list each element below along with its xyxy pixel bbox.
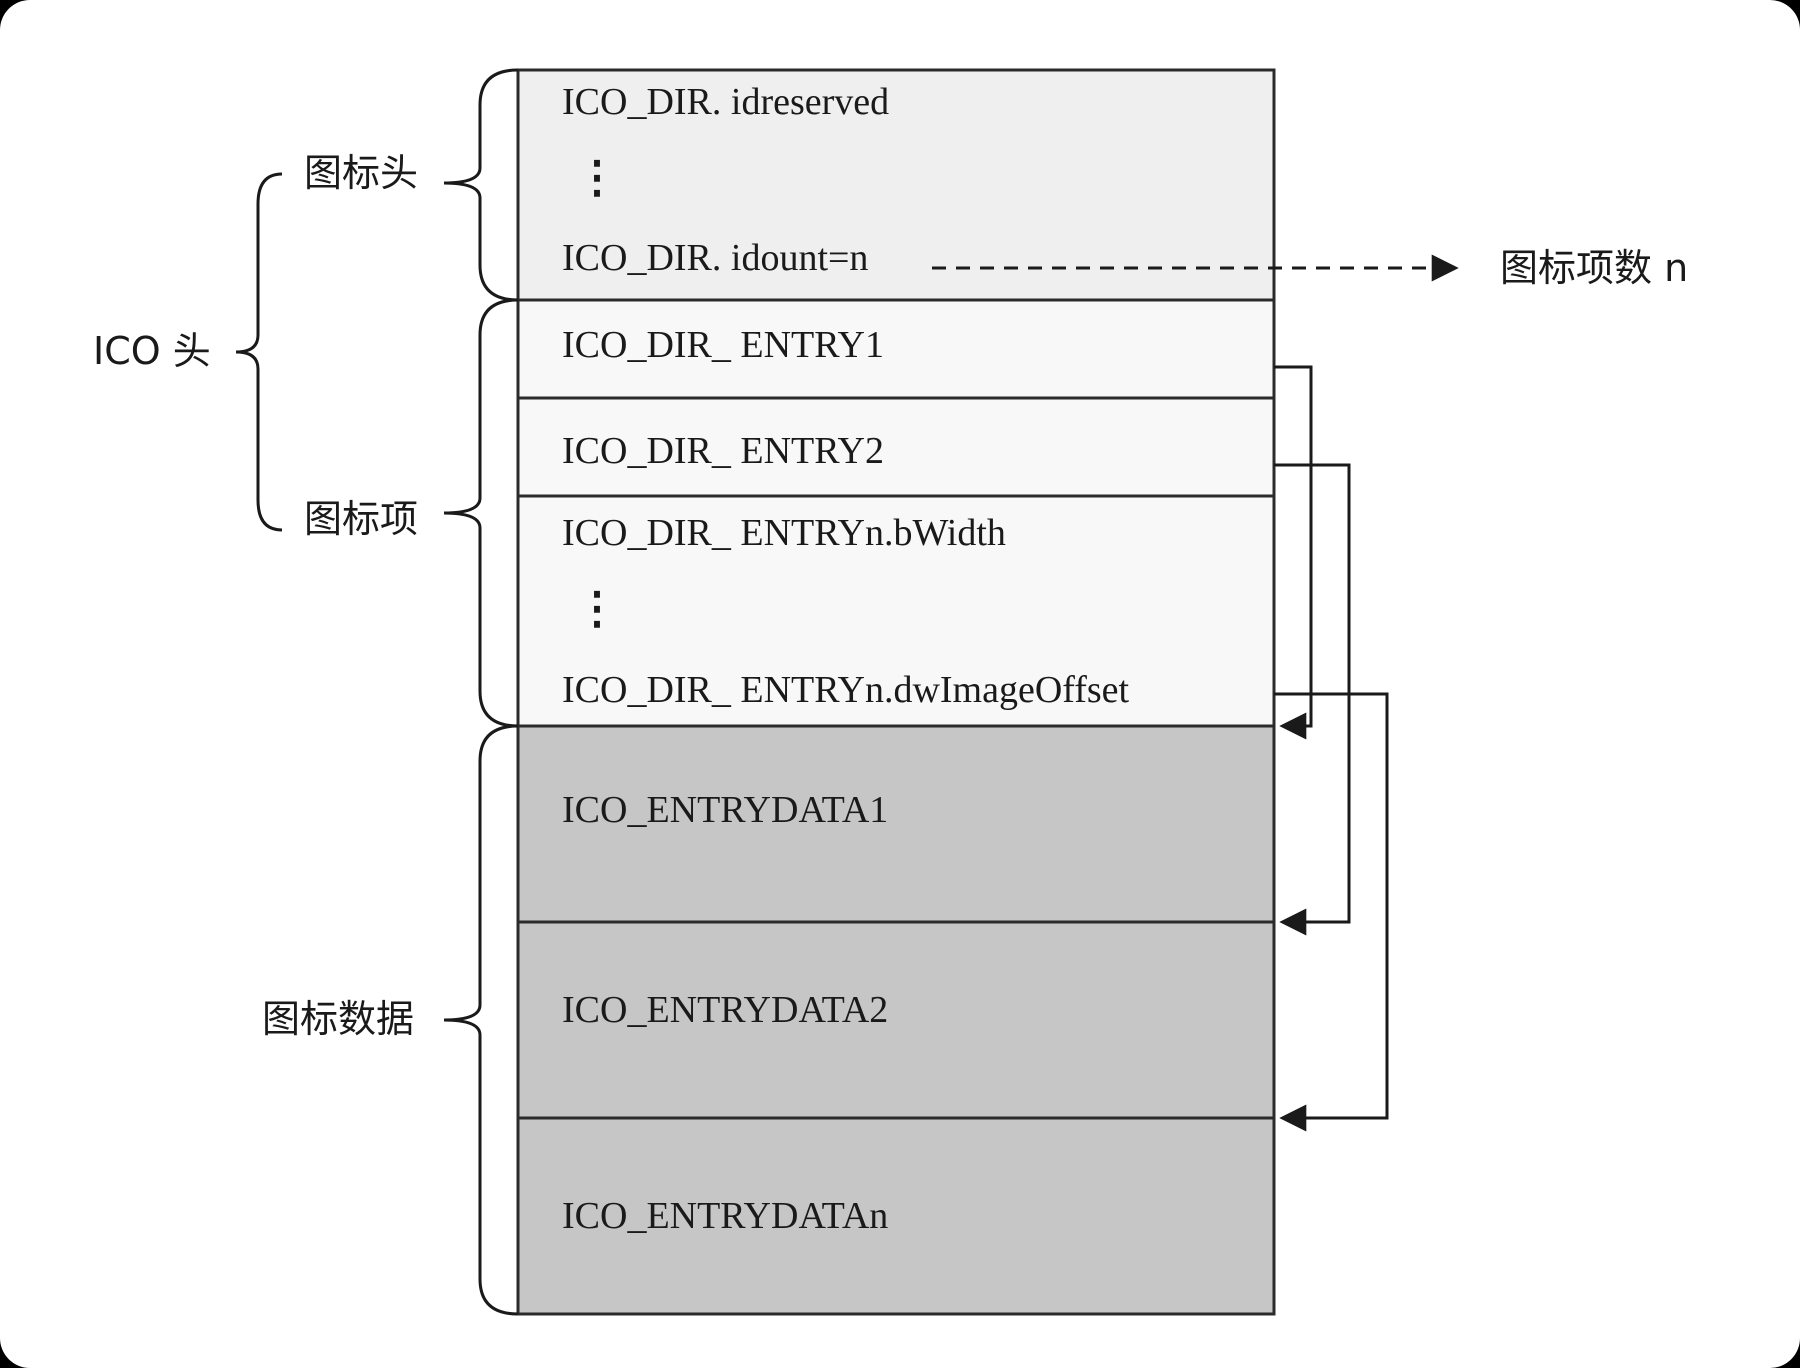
entrydatan-label: ICO_ENTRYDATAn bbox=[562, 1195, 888, 1237]
ico-structure-diagram: ICO_DIR. idreserved ⋮ ICO_DIR. idount=n … bbox=[93, 68, 1688, 1316]
entry1-label: ICO_DIR_ ENTRY1 bbox=[562, 324, 884, 366]
header-line-idcount: ICO_DIR. idount=n bbox=[562, 237, 868, 279]
diagram-canvas: ICO_DIR. idreserved ⋮ ICO_DIR. idount=n … bbox=[0, 0, 1800, 1368]
icon-header-brace bbox=[443, 68, 519, 302]
entryn-offset-label: ICO_DIR_ ENTRYn.dwImageOffset bbox=[562, 669, 1130, 711]
entryn-ellipsis: ⋮ bbox=[575, 584, 619, 633]
entrydata1-label: ICO_ENTRYDATA1 bbox=[562, 789, 888, 831]
icon-count-label: 图标项数 n bbox=[1500, 246, 1688, 290]
icon-data-label: 图标数据 bbox=[262, 997, 414, 1041]
icon-entry-brace bbox=[443, 298, 519, 728]
icon-data-brace bbox=[443, 724, 519, 1316]
entry1-to-data1-arrow bbox=[1274, 365, 1313, 740]
icon-entry-label: 图标项 bbox=[304, 497, 418, 541]
ico-header-brace bbox=[235, 172, 283, 532]
icon-header-label: 图标头 bbox=[304, 151, 418, 195]
header-line-idreserved: ICO_DIR. idreserved bbox=[562, 81, 889, 123]
entryn-width-label: ICO_DIR_ ENTRYn.bWidth bbox=[562, 512, 1006, 554]
ico-header-label: ICO 头 bbox=[93, 329, 211, 373]
entryn-to-datan-arrow bbox=[1274, 692, 1389, 1132]
entrydata2-label: ICO_ENTRYDATA2 bbox=[562, 989, 888, 1031]
header-ellipsis: ⋮ bbox=[575, 153, 619, 202]
entry2-label: ICO_DIR_ ENTRY2 bbox=[562, 430, 884, 472]
